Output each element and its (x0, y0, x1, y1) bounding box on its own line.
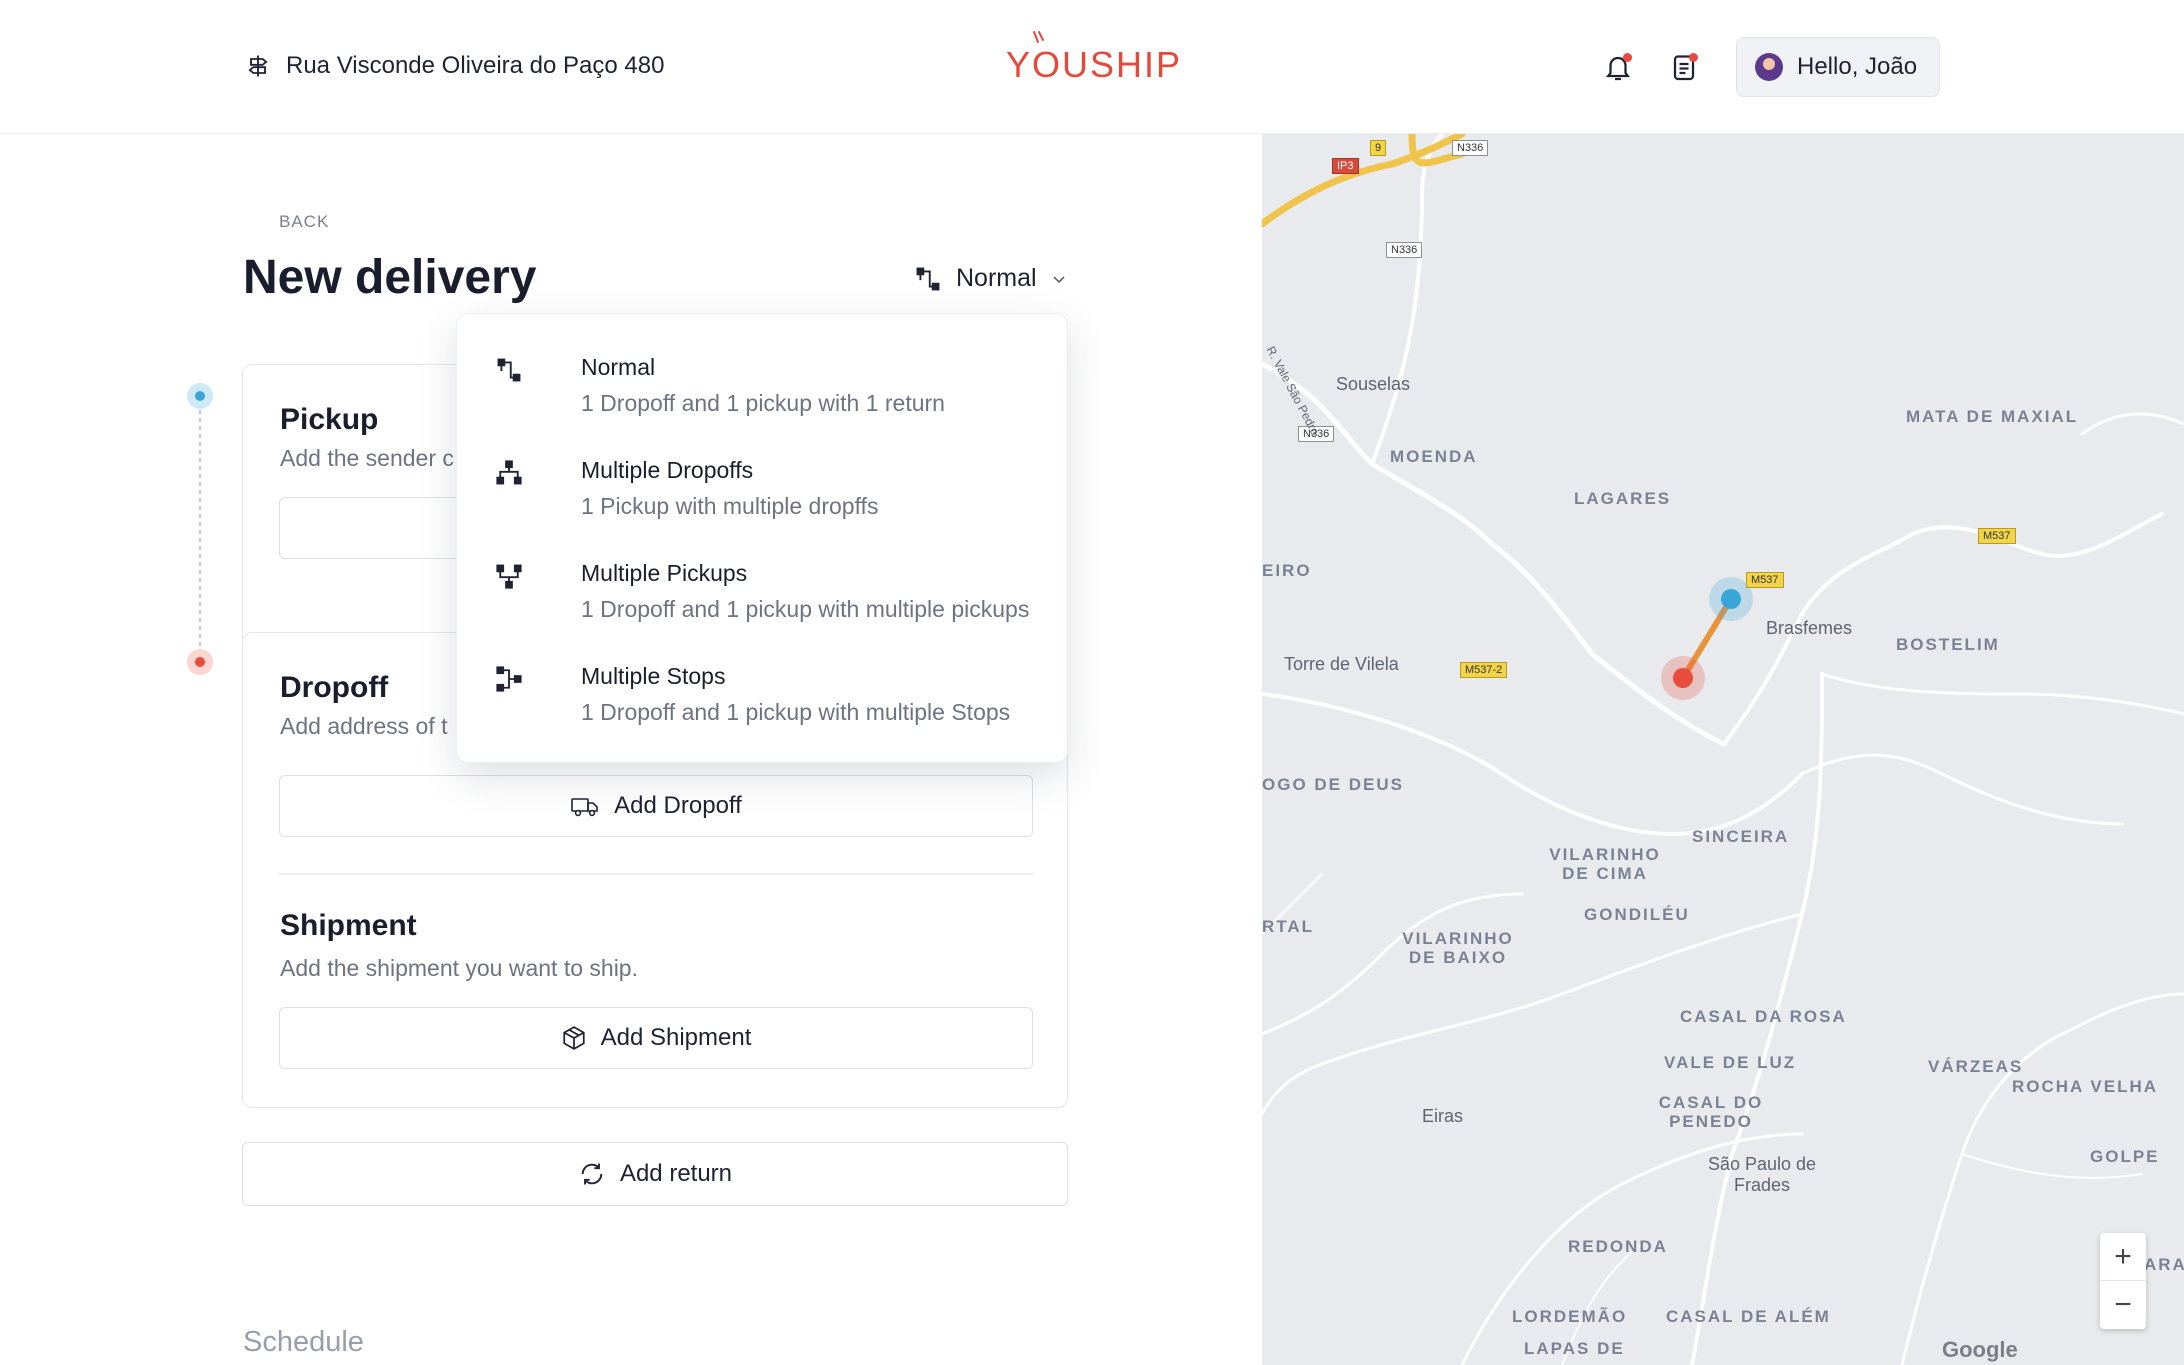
logo-text: YOUSHIP (1006, 44, 1183, 85)
back-link[interactable]: BACK (279, 212, 329, 232)
schedule-section-title: Schedule (243, 1326, 364, 1358)
zoom-out-button[interactable]: − (2100, 1281, 2146, 1329)
map-place: LAPAS DE (1524, 1339, 1625, 1358)
address-text: Rua Visconde Oliveira do Paço 480 (286, 52, 665, 79)
add-return-label: Add return (619, 1160, 733, 1187)
normal-flow-icon (497, 358, 521, 382)
map-place: REDONDA (1568, 1237, 1668, 1256)
truck-icon (571, 798, 598, 817)
map-place: BOSTELIM (1896, 635, 2000, 654)
pickup-step-marker (187, 383, 213, 409)
road-shield: M537 (1978, 528, 2016, 544)
map-place: LORDEMÃO (1512, 1307, 1628, 1326)
signpost-icon (248, 55, 268, 77)
add-return-button[interactable]: Add return (242, 1142, 1068, 1206)
mode-option-title: Multiple Dropoffs (581, 457, 754, 483)
shipment-subtitle: Add the shipment you want to ship. (280, 955, 638, 981)
map-place: LAGARES (1574, 489, 1672, 508)
map-town: Souselas (1336, 374, 1411, 394)
road-shield: M537 (1746, 572, 1784, 588)
multiple-pickups-icon (496, 564, 522, 589)
package-icon (562, 1026, 585, 1050)
road-shield: 9 (1370, 140, 1387, 156)
orders-dot (1689, 53, 1698, 62)
mode-option-description: 1 Dropoff and 1 pickup with multiple Sto… (581, 699, 1011, 725)
mode-option-description: 1 Dropoff and 1 pickup with 1 return (581, 390, 945, 416)
notifications-button[interactable] (1600, 49, 1636, 85)
map-place: SINCEIRA (1692, 827, 1790, 846)
zoom-in-button[interactable]: + (2100, 1233, 2146, 1281)
map-town: Torre de Vilela (1284, 654, 1399, 674)
add-dropoff-label: Add Dropoff (614, 792, 742, 819)
avatar (1755, 53, 1783, 81)
map-zoom-control: + − (2100, 1233, 2146, 1329)
normal-flow-icon (916, 267, 940, 290)
map-place: GONDILÉU (1584, 905, 1690, 924)
mode-option-description: 1 Pickup with multiple dropffs (581, 493, 879, 519)
section-divider (279, 873, 1033, 875)
notification-dot (1623, 53, 1632, 62)
shipment-title: Shipment (280, 909, 417, 942)
mode-option-multiple-pickups[interactable]: Multiple Pickups 1 Dropoff and 1 pickup … (495, 556, 1055, 648)
map-place: CASAL DA ROSA (1680, 1007, 1847, 1026)
user-greeting: Hello, João (1797, 53, 1918, 80)
pickup-title: Pickup (280, 403, 379, 436)
map-town: Eiras (1422, 1106, 1464, 1126)
google-attribution[interactable]: Google (1942, 1337, 2018, 1363)
top-header: Rua Visconde Oliveira do Paço 480 YOUSHI… (0, 0, 2184, 134)
map-town: Brasfemes (1766, 618, 1853, 638)
road-shield: M537-2 (1460, 662, 1508, 678)
mode-option-description: 1 Dropoff and 1 pickup with multiple pic… (581, 596, 1030, 622)
road-shield: N336 (1386, 242, 1423, 258)
map-town: São Paulo de Frades (1707, 1154, 1817, 1195)
delivery-mode-dropdown: Normal 1 Dropoff and 1 pickup with 1 ret… (456, 313, 1068, 763)
page-title: New delivery (243, 251, 537, 304)
pickup-subtitle: Add the sender c (280, 445, 454, 471)
map-place: VILARINHO DE CIMA (1549, 845, 1661, 883)
add-shipment-button[interactable]: Add Shipment (279, 1007, 1033, 1069)
refresh-icon (581, 1163, 603, 1185)
road-shield: IP3 (1332, 158, 1359, 174)
add-dropoff-button[interactable]: Add Dropoff (279, 775, 1033, 837)
map-place: VÁRZEAS (1928, 1057, 2024, 1076)
multiple-dropoffs-icon (496, 460, 522, 485)
map-place: CASAL DO PENEDO (1658, 1093, 1764, 1131)
dropoff-title: Dropoff (280, 671, 389, 704)
youship-logo[interactable]: YOUSHIP (1006, 30, 1180, 86)
timeline-connector (199, 410, 201, 648)
dropoff-subtitle: Add address of t (280, 713, 448, 739)
mode-option-title: Multiple Pickups (581, 560, 748, 586)
map-place: EIRO (1262, 561, 1312, 580)
road-shield: N336 (1452, 140, 1489, 156)
map-place: VILARINHO DE BAIXO (1402, 929, 1514, 967)
map-place: CASAL DE ALÉM (1666, 1307, 1831, 1326)
mode-option-title: Normal (581, 354, 656, 380)
map-place: VALE DE LUZ (1664, 1053, 1797, 1072)
multiple-stops-icon (496, 666, 522, 692)
mode-option-normal[interactable]: Normal 1 Dropoff and 1 pickup with 1 ret… (495, 350, 1055, 442)
mode-option-multiple-stops[interactable]: Multiple Stops 1 Dropoff and 1 pickup wi… (495, 659, 1055, 751)
mode-option-multiple-dropoffs[interactable]: Multiple Dropoffs 1 Pickup with multiple… (495, 453, 1055, 545)
orders-button[interactable] (1666, 49, 1702, 85)
mode-option-title: Multiple Stops (581, 663, 726, 689)
map-place: OGO DE DEUS (1262, 775, 1404, 794)
chevron-down-icon (1053, 275, 1065, 283)
add-shipment-label: Add Shipment (600, 1024, 752, 1051)
delivery-mode-selector[interactable]: Normal (914, 264, 1067, 293)
map-place: MATA DE MAXIAL (1906, 407, 2079, 426)
current-address[interactable]: Rua Visconde Oliveira do Paço 480 (244, 52, 664, 80)
map-place: ARA (2144, 1255, 2184, 1274)
map-place: ROCHA VELHA (2012, 1077, 2159, 1096)
map-place: MOENDA (1390, 447, 1478, 466)
map-place: GOLPE (2090, 1147, 2160, 1166)
route-map[interactable]: N336 N336 N336 IP3 9 M537 M537 M537-2 MA… (1262, 134, 2184, 1365)
map-place: RTAL (1262, 917, 1315, 936)
dropoff-step-marker (187, 649, 213, 675)
selected-mode: Normal (956, 264, 1037, 292)
user-menu-button[interactable]: Hello, João (1736, 37, 1940, 97)
